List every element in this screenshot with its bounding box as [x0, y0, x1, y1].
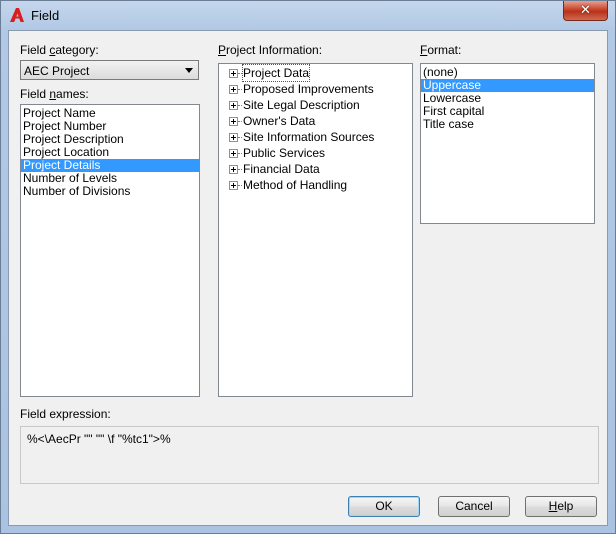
tree-node-label: Financial Data	[243, 162, 320, 176]
window-title: Field	[31, 8, 60, 23]
expand-icon[interactable]	[229, 149, 238, 158]
close-button[interactable]: ✕	[563, 1, 608, 21]
tree-node-label: Site Legal Description	[243, 98, 360, 112]
tree-node-label: Method of Handling	[243, 178, 348, 192]
title-bar[interactable]: Field ✕	[1, 1, 615, 29]
tree-node-label: Proposed Improvements	[243, 82, 374, 96]
expand-icon[interactable]	[229, 85, 238, 94]
field-category-label: Field category:	[20, 43, 99, 57]
tree-node[interactable]: Method of Handling	[219, 177, 412, 193]
format-label: Format:	[420, 43, 462, 57]
tree-node[interactable]: Financial Data	[219, 161, 412, 177]
tree-node-label: Public Services	[243, 146, 326, 160]
tree-node[interactable]: Project Data	[219, 64, 412, 82]
ok-button[interactable]: OK	[348, 496, 420, 517]
list-item[interactable]: Title case	[421, 118, 594, 131]
list-item[interactable]: Number of Divisions	[21, 185, 199, 198]
field-dialog: Field ✕ Field category: AEC Project Fiel…	[0, 0, 616, 534]
format-list[interactable]: (none) Uppercase Lowercase First capital…	[420, 63, 595, 224]
cancel-button[interactable]: Cancel	[438, 496, 510, 517]
tree-node-label: Owner's Data	[243, 114, 316, 128]
field-category-dropdown[interactable]: AEC Project	[20, 60, 199, 80]
field-names-list[interactable]: Project Name Project Number Project Desc…	[20, 104, 200, 397]
expand-icon[interactable]	[229, 181, 238, 190]
field-category-value: AEC Project	[24, 64, 90, 78]
tree-node-label: Site Information Sources	[243, 130, 375, 144]
chevron-down-icon	[185, 68, 193, 73]
help-button[interactable]: Help	[525, 496, 597, 517]
field-names-label: Field names:	[20, 87, 89, 101]
project-information-tree[interactable]: Project Data Proposed Improvements Site …	[218, 63, 413, 397]
field-expression-label: Field expression:	[20, 407, 111, 421]
tree-node[interactable]: Proposed Improvements	[219, 81, 412, 97]
expand-icon[interactable]	[229, 101, 238, 110]
autocad-a-icon	[10, 8, 24, 22]
field-expression-value: %<\AecPr "" "" \f "%tc1">%	[27, 432, 171, 446]
expand-icon[interactable]	[229, 69, 238, 78]
tree-node[interactable]: Owner's Data	[219, 113, 412, 129]
expand-icon[interactable]	[229, 133, 238, 142]
expand-icon[interactable]	[229, 165, 238, 174]
field-expression-box: %<\AecPr "" "" \f "%tc1">%	[20, 426, 599, 484]
dialog-body: Field category: AEC Project Field names:…	[8, 30, 608, 526]
tree-node-label: Project Data	[241, 64, 311, 82]
close-icon: ✕	[580, 2, 591, 17]
tree-node[interactable]: Public Services	[219, 145, 412, 161]
project-information-label: Project Information:	[218, 43, 323, 57]
tree-node[interactable]: Site Information Sources	[219, 129, 412, 145]
expand-icon[interactable]	[229, 117, 238, 126]
tree-node[interactable]: Site Legal Description	[219, 97, 412, 113]
